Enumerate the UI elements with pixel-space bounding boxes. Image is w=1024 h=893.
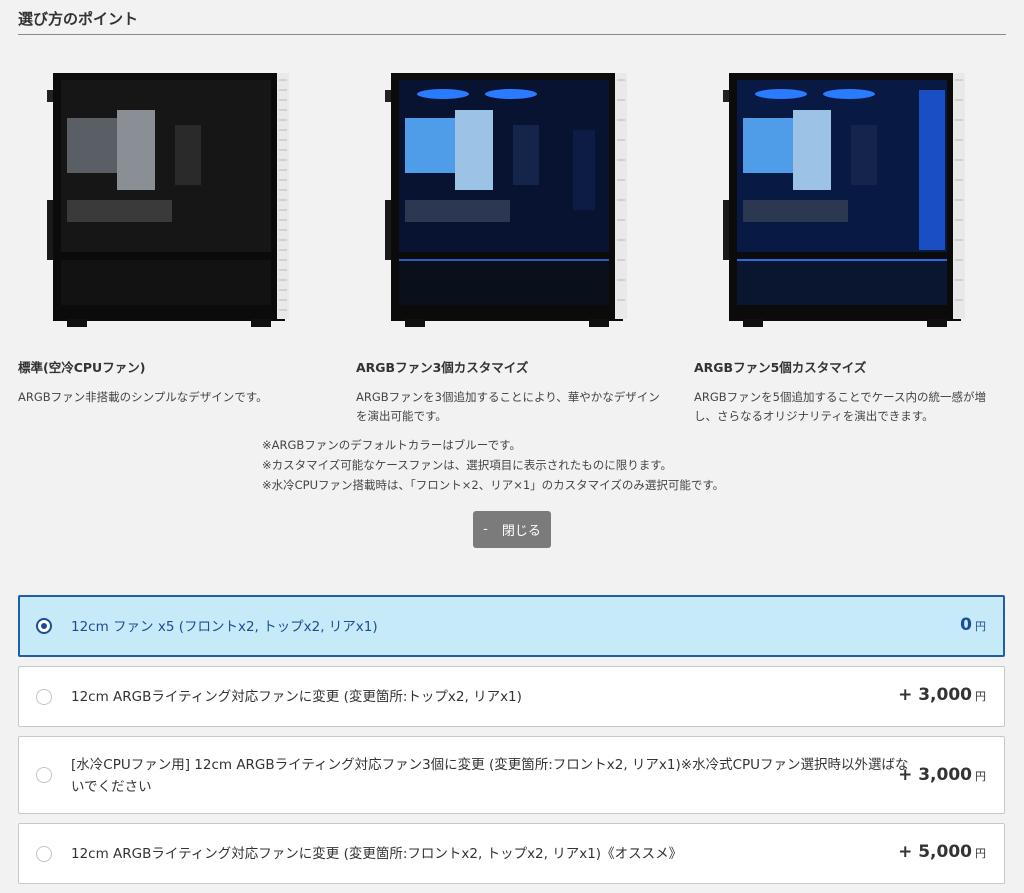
note-line: ※カスタマイズ可能なケースファンは、選択項目に表示されたものに限ります。 <box>262 458 673 472</box>
fan-choice-argb-watercooling[interactable]: [水冷CPUファン用] 12cm ARGBライティング対応ファン3個に変更 (変… <box>18 736 1005 814</box>
yen-unit: 円 <box>975 847 986 860</box>
option-name-standard: 標準(空冷CPUファン) <box>18 360 146 375</box>
yen-unit: 円 <box>975 620 986 633</box>
radio-button[interactable] <box>36 767 52 783</box>
choice-label: 12cm ARGBライティング対応ファンに変更 (変更箇所:フロントx2, トッ… <box>71 846 683 862</box>
option-desc-argb-5: ARGBファンを5個追加することでケース内の統一感が増し、さらなるオリジナリティ… <box>694 390 987 423</box>
choice-label: 12cm ファン x5 (フロントx2, トップx2, リアx1) <box>71 619 378 635</box>
price-value: + 3,000 <box>898 765 972 785</box>
pc-case-image-argb-3 <box>383 70 635 330</box>
choice-price: + 3,000 円 <box>898 765 986 785</box>
radio-button[interactable] <box>36 618 52 634</box>
pc-case-image-standard <box>45 70 297 330</box>
note-line: ※水冷CPUファン搭載時は、「フロント×2、リア×1」のカスタマイズのみ選択可能… <box>262 478 725 492</box>
radio-button[interactable] <box>36 846 52 862</box>
choice-label: [水冷CPUファン用] 12cm ARGBライティング対応ファン3個に変更 (変… <box>71 757 909 795</box>
fan-choice-argb-top-rear[interactable]: 12cm ARGBライティング対応ファンに変更 (変更箇所:トップx2, リアx… <box>18 666 1005 727</box>
fan-choice-argb-recommended[interactable]: 12cm ARGBライティング対応ファンに変更 (変更箇所:フロントx2, トッ… <box>18 823 1005 884</box>
title-divider <box>18 34 1006 35</box>
note-line: ※ARGBファンのデフォルトカラーはブルーです。 <box>262 438 521 452</box>
option-desc-standard: ARGBファン非搭載のシンプルなデザインです。 <box>18 390 268 404</box>
minus-icon: - <box>483 522 488 537</box>
notes-block: ※ARGBファンのデフォルトカラーはブルーです。 ※カスタマイズ可能なケースファ… <box>262 435 724 495</box>
close-button-label: 閉じる <box>501 524 541 539</box>
close-button[interactable]: - 閉じる <box>473 511 551 548</box>
option-name-argb-5: ARGBファン5個カスタマイズ <box>694 360 867 375</box>
price-value: + 5,000 <box>898 842 972 862</box>
choice-price: 0円 <box>960 615 986 635</box>
fan-choice-standard[interactable]: 12cm ファン x5 (フロントx2, トップx2, リアx1) 0円 <box>18 595 1005 657</box>
yen-unit: 円 <box>975 770 986 783</box>
section-title: 選び方のポイント <box>18 10 139 28</box>
option-name-argb-3: ARGBファン3個カスタマイズ <box>356 360 529 375</box>
pc-case-image-argb-5 <box>721 70 973 330</box>
price-value: + 3,000 <box>898 685 972 705</box>
choice-price: + 3,000 円 <box>898 685 986 705</box>
yen-unit: 円 <box>975 690 986 703</box>
choice-label: 12cm ARGBライティング対応ファンに変更 (変更箇所:トップx2, リアx… <box>71 689 522 705</box>
option-desc-argb-3: ARGBファンを3個追加することにより、華やかなデザインを演出可能です。 <box>356 390 660 423</box>
radio-button[interactable] <box>36 689 52 705</box>
choice-price: + 5,000 円 <box>898 842 986 862</box>
price-value: 0 <box>960 615 972 635</box>
